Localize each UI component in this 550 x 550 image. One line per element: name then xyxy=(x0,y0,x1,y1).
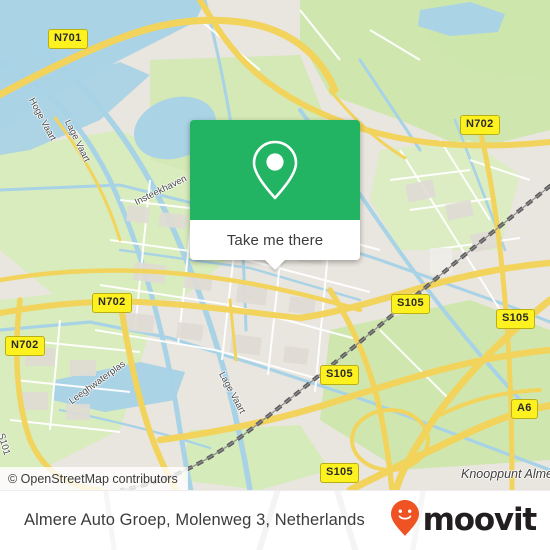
road-shield: S105 xyxy=(320,463,359,483)
road-shield: A6 xyxy=(511,399,538,419)
road-shield: S105 xyxy=(496,309,535,329)
road-shield: S105 xyxy=(320,365,359,385)
road-shield: S105 xyxy=(391,294,430,314)
road-shield: N702 xyxy=(5,336,45,356)
footer-bar: Almere Auto Groep, Molenweg 3, Netherlan… xyxy=(0,490,550,550)
moovit-map-screenshot: N701 N702 N702 N702 S105 S105 S105 S105 … xyxy=(0,0,550,550)
attribution-text: © OpenStreetMap contributors xyxy=(8,471,178,486)
road-shield: N701 xyxy=(48,29,88,49)
road-shield: N702 xyxy=(460,115,500,135)
popup-footer[interactable]: Take me there xyxy=(190,220,360,270)
location-popup-card[interactable]: Take me there xyxy=(190,120,360,270)
take-me-there-label: Take me there xyxy=(226,231,324,249)
moovit-smiling-pin-icon xyxy=(390,499,420,542)
popup-image-placeholder xyxy=(190,120,360,220)
map-label-junction: Knooppunt Almere xyxy=(461,467,550,481)
map-attribution[interactable]: © OpenStreetMap contributors xyxy=(0,467,188,490)
venue-address-label: Almere Auto Groep, Molenweg 3, Netherlan… xyxy=(24,511,365,529)
road-shield: N702 xyxy=(92,293,132,313)
map-pin-icon xyxy=(251,139,299,201)
moovit-wordmark: moovit xyxy=(422,502,538,538)
map-canvas[interactable]: N701 N702 N702 N702 S105 S105 S105 S105 … xyxy=(0,0,550,490)
popup-pointer-tail xyxy=(264,259,286,270)
moovit-logo: moovit xyxy=(390,499,538,542)
